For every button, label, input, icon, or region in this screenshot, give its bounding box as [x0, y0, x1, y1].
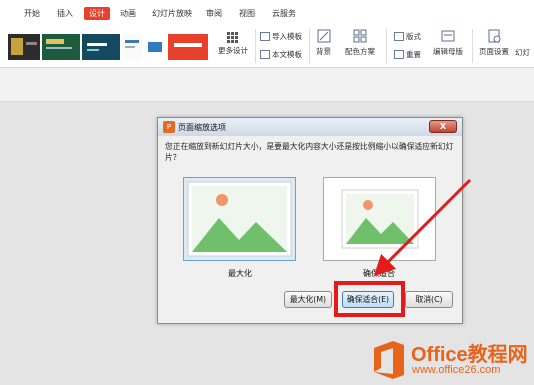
cancel-button[interactable]: 取消(C)	[405, 291, 453, 308]
dialog-titlebar[interactable]: P 页面缩放选项 X	[158, 118, 462, 136]
design-thumb-6[interactable]	[168, 34, 208, 60]
fit-illustration	[341, 189, 419, 249]
ribbon-tab-bar: 开始 插入 设计 动画 幻灯片放映 审阅 视图 云服务	[0, 0, 534, 24]
dialog-title: 页面缩放选项	[178, 123, 226, 132]
more-design-button[interactable]: 更多设计	[218, 32, 248, 56]
design-thumb-4[interactable]	[122, 34, 142, 60]
background-label: 背景	[316, 47, 331, 56]
tab-insert[interactable]: 插入	[57, 8, 73, 19]
option-maximize-label: 最大化	[228, 269, 252, 278]
color-scheme-icon	[353, 29, 367, 43]
text-template-label: 本文模板	[272, 50, 302, 59]
tab-view[interactable]: 视图	[239, 8, 255, 19]
color-scheme-button[interactable]: 配色方案	[345, 29, 375, 57]
slide-size-label: 幻灯	[515, 48, 530, 57]
option-fit-card[interactable]	[323, 177, 436, 261]
tab-design[interactable]: 设计	[84, 7, 110, 20]
tab-home[interactable]: 开始	[24, 8, 40, 19]
edit-master-icon	[441, 30, 455, 42]
reset-icon	[394, 50, 404, 59]
background-button[interactable]: 背景	[316, 29, 331, 57]
text-template-button[interactable]: 本文模板	[260, 49, 302, 60]
grid-icon	[227, 32, 238, 43]
highlight-box	[334, 281, 405, 317]
import-template-label: 导入模板	[272, 32, 302, 41]
maximize-button[interactable]: 最大化(M)	[284, 291, 332, 308]
workspace-strip	[0, 68, 534, 102]
tab-animation[interactable]: 动画	[120, 8, 136, 19]
page-setup-button[interactable]: 页面设置	[479, 29, 509, 57]
import-icon	[260, 32, 270, 41]
layout-icon	[394, 32, 404, 41]
more-design-label: 更多设计	[218, 46, 248, 55]
color-scheme-label: 配色方案	[345, 47, 375, 56]
option-maximize-card[interactable]	[183, 177, 296, 261]
design-thumb-2[interactable]	[42, 34, 80, 60]
reset-button[interactable]: 重置	[394, 49, 421, 60]
watermark-brand: Office教程网	[411, 344, 528, 366]
slide-size-button[interactable]: 幻灯	[515, 47, 530, 58]
page-setup-label: 页面设置	[479, 47, 509, 56]
watermark-url: www.office26.com	[412, 364, 501, 376]
edit-master-label: 编辑母版	[433, 47, 463, 56]
office-logo-icon	[374, 341, 404, 379]
watermark: Office教程网 www.office26.com	[371, 337, 534, 385]
layout-button[interactable]: 版式	[394, 31, 421, 42]
tab-slideshow[interactable]: 幻灯片放映	[152, 8, 192, 19]
design-thumb-5[interactable]	[144, 34, 166, 60]
reset-label: 重置	[406, 50, 421, 59]
layout-label: 版式	[406, 32, 421, 41]
background-icon	[317, 29, 330, 43]
edit-master-button[interactable]: 编辑母版	[433, 29, 463, 57]
page-setup-icon	[488, 29, 501, 43]
design-thumb-3[interactable]	[82, 34, 120, 60]
app-icon: P	[163, 121, 175, 133]
close-button[interactable]: X	[429, 120, 457, 133]
text-template-icon	[260, 50, 270, 59]
page-scale-dialog: P 页面缩放选项 X 您正在缩放到新幻灯片大小，是要最大化内容大小还是按比例缩小…	[157, 117, 463, 324]
import-template-button[interactable]: 导入模板	[260, 31, 302, 42]
option-fit-label: 确保适合	[363, 269, 395, 278]
maximize-illustration	[187, 181, 292, 257]
dialog-question: 您正在缩放到新幻灯片大小，是要最大化内容大小还是按比例缩小以确保适应新幻灯片？	[165, 142, 454, 162]
tab-cloud[interactable]: 云服务	[272, 8, 296, 19]
ribbon-toolbar: 更多设计 导入模板 本文模板 背景 配色方案 版式 重置 编辑母版 页面设置 幻…	[0, 24, 534, 68]
tab-review[interactable]: 审阅	[206, 8, 222, 19]
design-thumb-1[interactable]	[8, 34, 40, 60]
